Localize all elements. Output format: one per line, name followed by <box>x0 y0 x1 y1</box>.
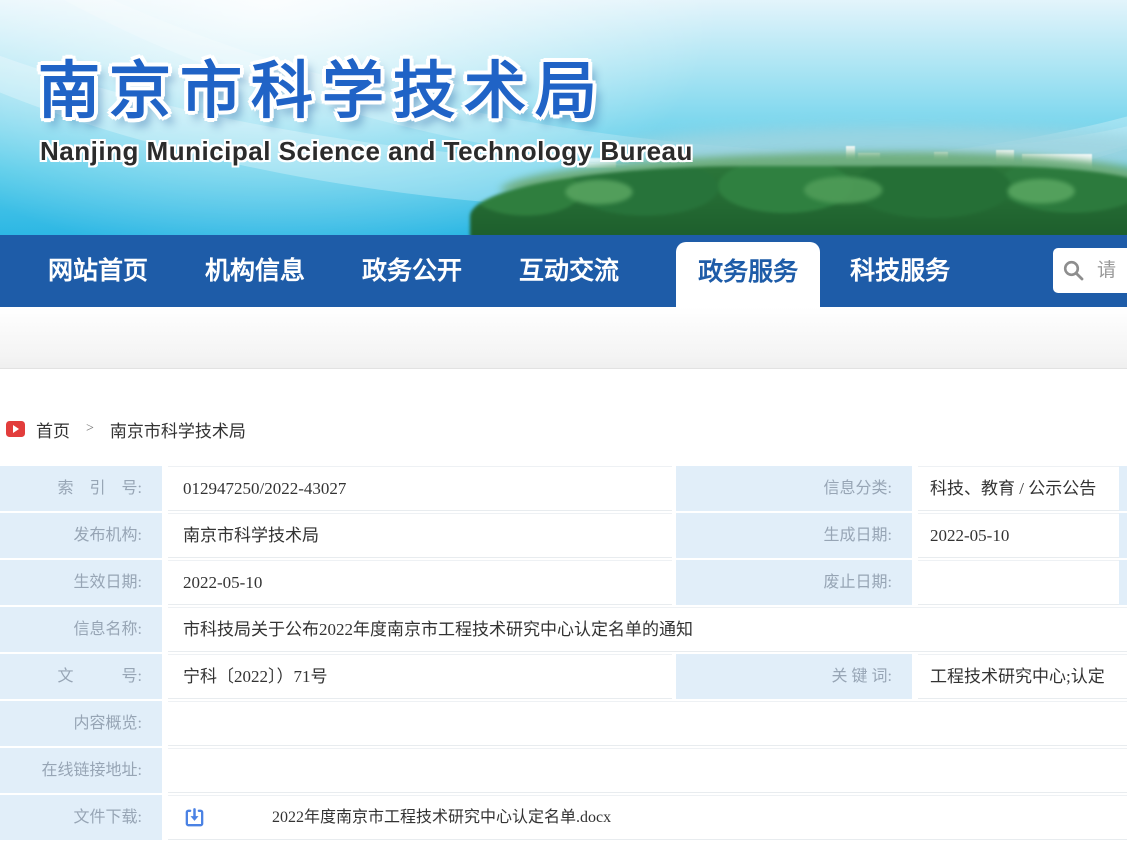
field-value <box>168 748 1127 793</box>
site-title: 南京市科学技术局 <box>38 40 606 130</box>
field-label: 生效日期: <box>0 560 162 605</box>
table-row-doc-number: 文 号: 宁科〔2022〕）71号 关 键 词: 工程技术研究中心;认定 <box>0 654 1127 699</box>
search-icon[interactable] <box>1062 259 1086 283</box>
breadcrumb-current: 南京市科学技术局 <box>110 417 246 442</box>
field-value: 宁科〔2022〕）71号 <box>168 654 672 699</box>
table-row-effective-date: 生效日期: 2022-05-10 废止日期: <box>0 560 1127 605</box>
nav-item-gov-services[interactable]: 政务服务 <box>676 242 820 307</box>
field-label: 信息分类: <box>676 466 912 511</box>
field-value: 南京市科学技术局 <box>168 513 672 558</box>
field-label: 生成日期: <box>676 513 912 558</box>
nav-item-interaction[interactable]: 互动交流 <box>519 235 619 307</box>
download-icon[interactable] <box>183 806 206 829</box>
table-edge-strip <box>1119 560 1127 605</box>
breadcrumb-separator: > <box>86 421 94 437</box>
field-label: 文 号: <box>0 654 162 699</box>
nav-item-org-info[interactable]: 机构信息 <box>205 235 305 307</box>
table-edge-strip <box>1119 466 1127 511</box>
field-value: 2022年度南京市工程技术研究中心认定名单.docx <box>168 795 1127 840</box>
breadcrumb-play-badge-icon <box>6 421 25 437</box>
secondary-nav-strip <box>0 307 1127 369</box>
nav-item-home[interactable]: 网站首页 <box>48 235 148 307</box>
field-value: 012947250/2022-43027 <box>168 466 672 511</box>
document-info-table: 索 引 号: 012947250/2022-43027 信息分类: 科技、教育 … <box>0 466 1127 842</box>
field-value: 2022-05-10 <box>168 560 672 605</box>
field-label: 文件下载: <box>0 795 162 840</box>
field-value <box>918 560 1119 605</box>
table-row-issuing-agency: 发布机构: 南京市科学技术局 生成日期: 2022-05-10 <box>0 513 1127 558</box>
table-row-info-name: 信息名称: 市科技局关于公布2022年度南京市工程技术研究中心认定名单的通知 <box>0 607 1127 652</box>
breadcrumb-home-link[interactable]: 首页 <box>36 417 70 442</box>
site-banner: 南京市科学技术局 Nanjing Municipal Science and T… <box>0 0 1127 235</box>
field-label: 关 键 词: <box>676 654 912 699</box>
table-edge-strip <box>1119 513 1127 558</box>
breadcrumb: 首页 > 南京市科学技术局 <box>6 414 246 444</box>
field-label: 索 引 号: <box>0 466 162 511</box>
field-label: 发布机构: <box>0 513 162 558</box>
table-row-content-overview: 内容概览: <box>0 701 1127 746</box>
field-label: 信息名称: <box>0 607 162 652</box>
table-row-online-link: 在线链接地址: <box>0 748 1127 793</box>
field-label: 废止日期: <box>676 560 912 605</box>
field-value: 市科技局关于公布2022年度南京市工程技术研究中心认定名单的通知 <box>168 607 1127 652</box>
table-row-index-number: 索 引 号: 012947250/2022-43027 信息分类: 科技、教育 … <box>0 466 1127 511</box>
nav-item-gov-disclosure[interactable]: 政务公开 <box>362 235 462 307</box>
nav-item-tech-services[interactable]: 科技服务 <box>850 235 950 307</box>
field-label: 内容概览: <box>0 701 162 746</box>
site-subtitle: Nanjing Municipal Science and Technology… <box>40 136 693 167</box>
table-row-file-download: 文件下载: 2022年度南京市工程技术研究中心认定名单.docx <box>0 795 1127 840</box>
field-value <box>168 701 1127 746</box>
download-file-link[interactable]: 2022年度南京市工程技术研究中心认定名单.docx <box>272 796 611 839</box>
banner-trees <box>500 176 1127 216</box>
field-label: 在线链接地址: <box>0 748 162 793</box>
field-value: 2022-05-10 <box>918 513 1119 558</box>
main-nav: 网站首页 机构信息 政务公开 互动交流 政务服务 科技服务 <box>0 235 1127 307</box>
field-value: 工程技术研究中心;认定 <box>918 654 1127 699</box>
field-value: 科技、教育 / 公示公告 <box>918 466 1119 511</box>
